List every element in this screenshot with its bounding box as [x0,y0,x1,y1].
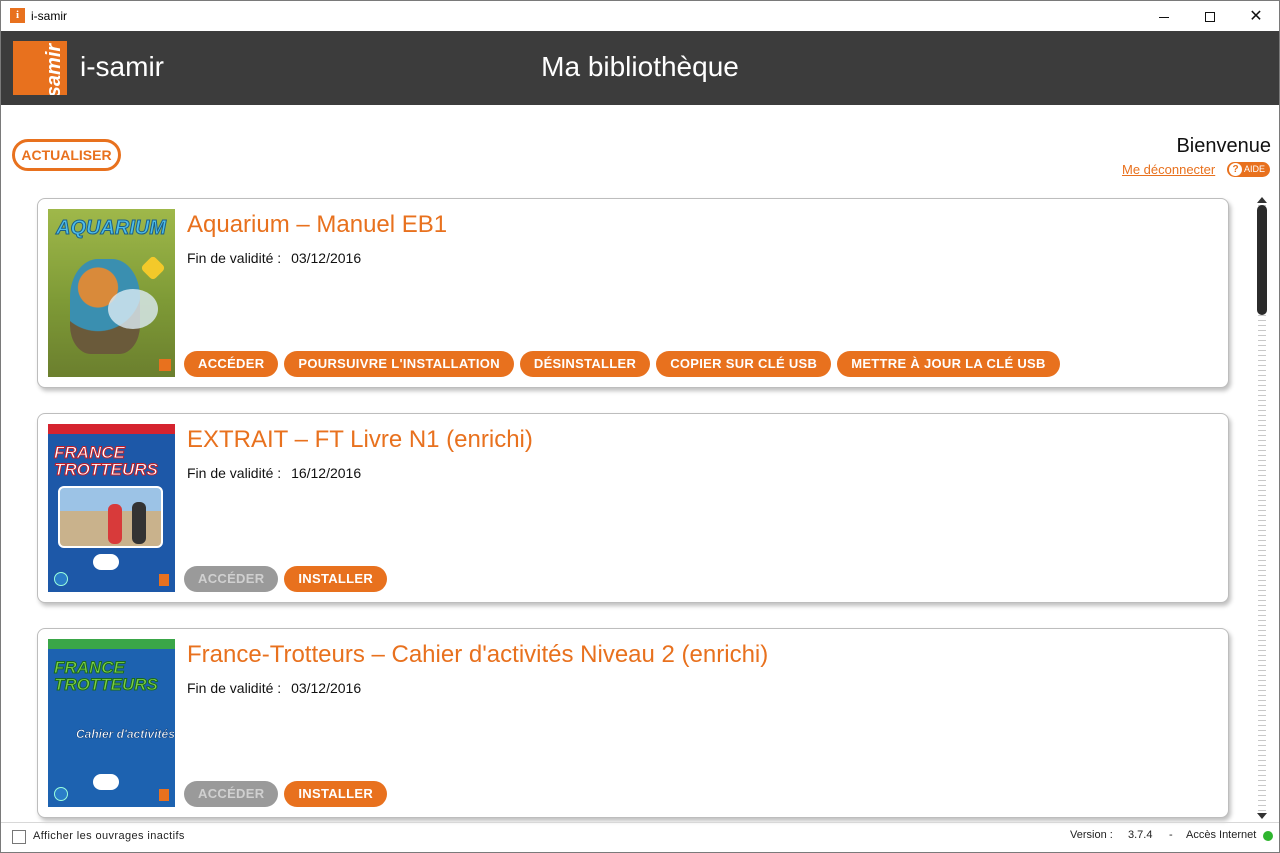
title-bar: i i-samir ✕ [1,1,1279,31]
close-button[interactable]: ✕ [1233,1,1279,31]
scroll-up-icon[interactable] [1257,197,1267,203]
cover-stripe [48,424,175,434]
star-icon [140,255,166,281]
book-card: FRANCE TROTTEURS Cahier d'activités Fran… [37,628,1229,818]
maximize-icon [1205,12,1215,23]
validity-date: 03/12/2016 [291,680,362,696]
update-usb-button[interactable]: METTRE À JOUR LA CLÉ USB [837,351,1060,377]
validity: Fin de validité : 03/12/2016 [187,250,361,266]
publisher-mark [159,574,169,586]
copy-usb-button[interactable]: COPIER SUR CLÉ USB [656,351,832,377]
validity-date: 03/12/2016 [291,250,362,266]
install-button[interactable]: INSTALLER [284,781,388,807]
welcome-text: Bienvenue [1176,135,1271,157]
app-icon: i [10,8,25,23]
book-card: FRANCE TROTTEURS EXTRAIT – FT Livre N1 (… [37,413,1229,603]
book-actions: ACCÉDER INSTALLER [184,781,393,807]
page-title: Ma bibliothèque [541,51,739,82]
publisher-logo [54,787,68,801]
validity: Fin de validité : 16/12/2016 [187,465,361,481]
book-actions: ACCÉDER POURSUIVRE L'INSTALLATION DÉSINSTA… [184,351,1066,377]
version-label: Version : [1070,829,1113,841]
book-cover: FRANCE TROTTEURS [48,424,175,592]
cover-bubble [93,774,119,790]
continue-install-button[interactable]: POURSUIVRE L'INSTALLATION [284,351,514,377]
footer-separator: - [1169,829,1173,841]
cover-subtitle: Cahier d'activités [76,727,175,742]
access-button[interactable]: ACCÉDER [184,351,279,377]
access-button: ACCÉDER [184,781,279,807]
internet-status-label: Accès Internet [1186,829,1257,841]
book-cover: AQUARIUM [48,209,175,377]
cover-figure [108,504,122,544]
validity-date: 16/12/2016 [291,465,362,481]
help-button[interactable]: ? AIDE [1227,162,1270,177]
validity-label: Fin de validité : [187,680,282,696]
maximize-button[interactable] [1187,1,1233,31]
internet-status-icon [1263,831,1273,841]
help-icon: ? [1229,163,1242,176]
version-value: 3.7.4 [1128,829,1153,841]
logout-link[interactable]: Me déconnecter [1122,162,1215,177]
cover-splash [108,289,158,329]
validity: Fin de validité : 03/12/2016 [187,680,361,696]
install-button[interactable]: INSTALLER [284,566,388,592]
book-title: EXTRAIT – FT Livre N1 (enrichi) [187,426,533,453]
cover-title: FRANCE TROTTEURS [54,658,159,694]
scroll-thumb[interactable] [1257,205,1267,315]
refresh-button[interactable]: ACTUALISER [12,139,121,171]
validity-label: Fin de validité : [187,465,282,481]
book-actions: ACCÉDER INSTALLER [184,566,393,592]
window-title: i-samir [31,9,67,23]
cover-title: AQUARIUM [56,217,167,240]
publisher-logo [54,572,68,586]
book-title: Aquarium – Manuel EB1 [187,211,448,238]
footer-divider [1,822,1279,823]
app-window: i i-samir ✕ samir i-samir Ma bibliothèqu… [0,0,1280,853]
book-cover: FRANCE TROTTEURS Cahier d'activités [48,639,175,807]
uninstall-button[interactable]: DÉSINSTALLER [519,351,651,377]
show-inactive-checkbox[interactable] [12,830,26,844]
scrollbar[interactable] [1255,197,1269,823]
scroll-down-icon[interactable] [1257,813,1267,819]
minimize-icon [1159,16,1169,18]
app-header: samir i-samir Ma bibliothèque [1,31,1279,105]
book-card: AQUARIUM Aquarium – Manuel EB1 Fin de va… [37,198,1229,388]
cover-title: FRANCE TROTTEURS [54,443,159,479]
publisher-mark [159,789,169,801]
cover-stripe [48,639,175,649]
help-label: AIDE [1244,164,1266,174]
close-icon: ✕ [1249,8,1263,25]
validity-label: Fin de validité : [187,250,282,266]
access-button: ACCÉDER [184,566,279,592]
publisher-mark [159,359,171,371]
show-inactive-label[interactable]: Afficher les ouvrages inactifs [33,830,185,842]
cover-figure [132,502,146,544]
book-title: France-Trotteurs – Cahier d'activités Ni… [187,641,769,668]
minimize-button[interactable] [1141,1,1187,31]
cover-bubble [93,554,119,570]
